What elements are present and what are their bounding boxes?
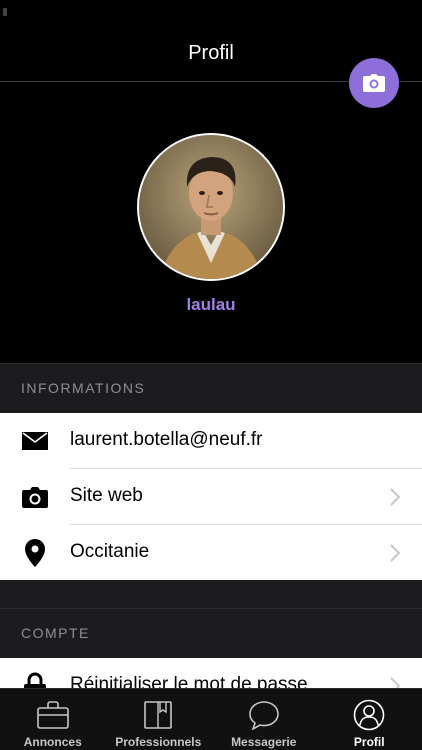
section-gap	[0, 580, 422, 608]
avatar-portrait	[139, 135, 283, 279]
book-icon	[141, 699, 175, 731]
status-indicator	[3, 8, 7, 16]
email-label: laurent.botella@neuf.fr	[70, 429, 263, 450]
website-row[interactable]: Site web	[0, 469, 422, 525]
location-pin-icon	[22, 539, 48, 567]
section-title: COMPTE	[21, 625, 90, 641]
chevron-right-icon	[390, 488, 400, 506]
tab-profil[interactable]: Profil	[317, 689, 422, 750]
username: laulau	[186, 295, 236, 314]
tab-professionnels[interactable]: Professionnels	[106, 689, 212, 750]
website-label: Site web	[70, 485, 143, 506]
tab-label: Profil	[353, 735, 385, 749]
tab-messagerie[interactable]: Messagerie	[211, 689, 317, 750]
user-icon	[352, 699, 386, 731]
avatar[interactable]	[137, 133, 285, 281]
status-bar	[0, 0, 422, 22]
envelope-icon	[22, 428, 48, 454]
tab-label: Annonces	[23, 735, 82, 749]
section-title: INFORMATIONS	[21, 380, 146, 396]
briefcase-icon	[36, 699, 70, 731]
tab-label: Professionnels	[115, 735, 202, 749]
section-header-compte: COMPTE	[0, 608, 422, 658]
tab-label: Messagerie	[231, 735, 297, 749]
informations-list: laurent.botella@neuf.fr Site web Occitan…	[0, 413, 422, 581]
camera-icon	[363, 74, 385, 92]
email-row[interactable]: laurent.botella@neuf.fr	[0, 413, 422, 469]
region-label: Occitanie	[70, 541, 150, 562]
chat-bubble-icon	[247, 699, 281, 731]
camera-icon	[22, 484, 48, 510]
region-row[interactable]: Occitanie	[0, 525, 422, 581]
chevron-right-icon	[390, 544, 400, 562]
profile-header: laulau	[0, 83, 422, 363]
tab-bar: Annonces Professionnels Messagerie Profi…	[0, 688, 422, 750]
tab-annonces[interactable]: Annonces	[0, 689, 106, 750]
section-header-informations: INFORMATIONS	[0, 363, 422, 413]
change-photo-button[interactable]	[349, 58, 399, 108]
